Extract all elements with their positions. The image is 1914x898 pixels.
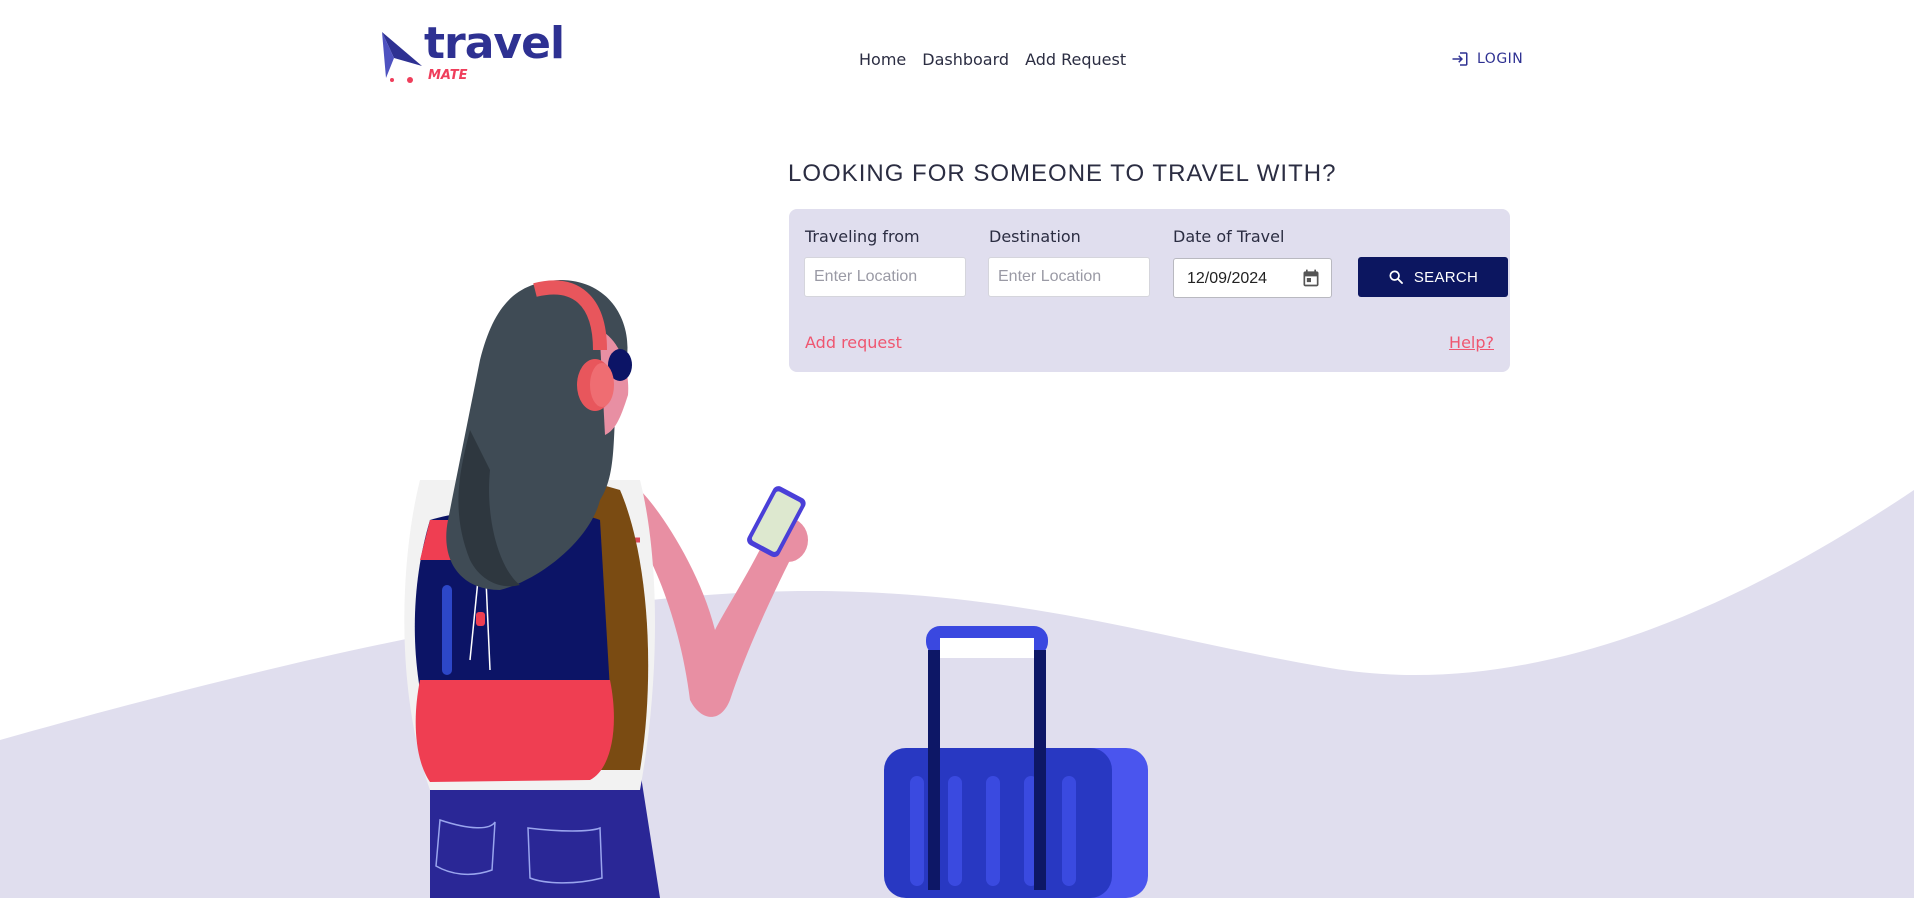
- search-headline: LOOKING FOR SOMEONE TO TRAVEL WITH?: [788, 160, 1337, 187]
- help-link[interactable]: Help?: [1449, 333, 1494, 352]
- nav-add-request-link[interactable]: Add Request: [1025, 50, 1126, 69]
- person-illustration: [404, 280, 808, 898]
- login-button[interactable]: LOGIN: [1451, 50, 1523, 68]
- suitcase-illustration: [884, 626, 1148, 898]
- main-nav: Home Dashboard Add Request: [859, 50, 1126, 69]
- nav-home-link[interactable]: Home: [859, 50, 906, 69]
- from-input[interactable]: [804, 257, 966, 297]
- calendar-icon[interactable]: [1301, 268, 1321, 288]
- traveler-illustration: [404, 280, 1148, 898]
- from-label: Traveling from: [805, 227, 920, 246]
- add-request-link[interactable]: Add request: [805, 333, 902, 352]
- search-panel: Traveling from Destination Date of Trave…: [789, 209, 1510, 372]
- brand-logo[interactable]: travel MATE: [380, 18, 565, 86]
- nav-dashboard-link[interactable]: Dashboard: [922, 50, 1009, 69]
- destination-label: Destination: [989, 227, 1081, 246]
- search-button-label: SEARCH: [1413, 268, 1479, 286]
- paper-plane-logo-icon: [382, 32, 422, 83]
- date-input[interactable]: 12/09/2024: [1173, 258, 1332, 298]
- login-label: LOGIN: [1477, 51, 1524, 67]
- date-label: Date of Travel: [1173, 227, 1285, 246]
- brand-word: travel: [424, 18, 565, 69]
- brand-sub: MATE: [428, 68, 468, 83]
- search-button[interactable]: SEARCH: [1358, 257, 1508, 297]
- destination-input[interactable]: [988, 257, 1150, 297]
- login-icon: [1452, 52, 1468, 66]
- search-icon: [1389, 270, 1403, 284]
- date-value: 12/09/2024: [1187, 270, 1268, 287]
